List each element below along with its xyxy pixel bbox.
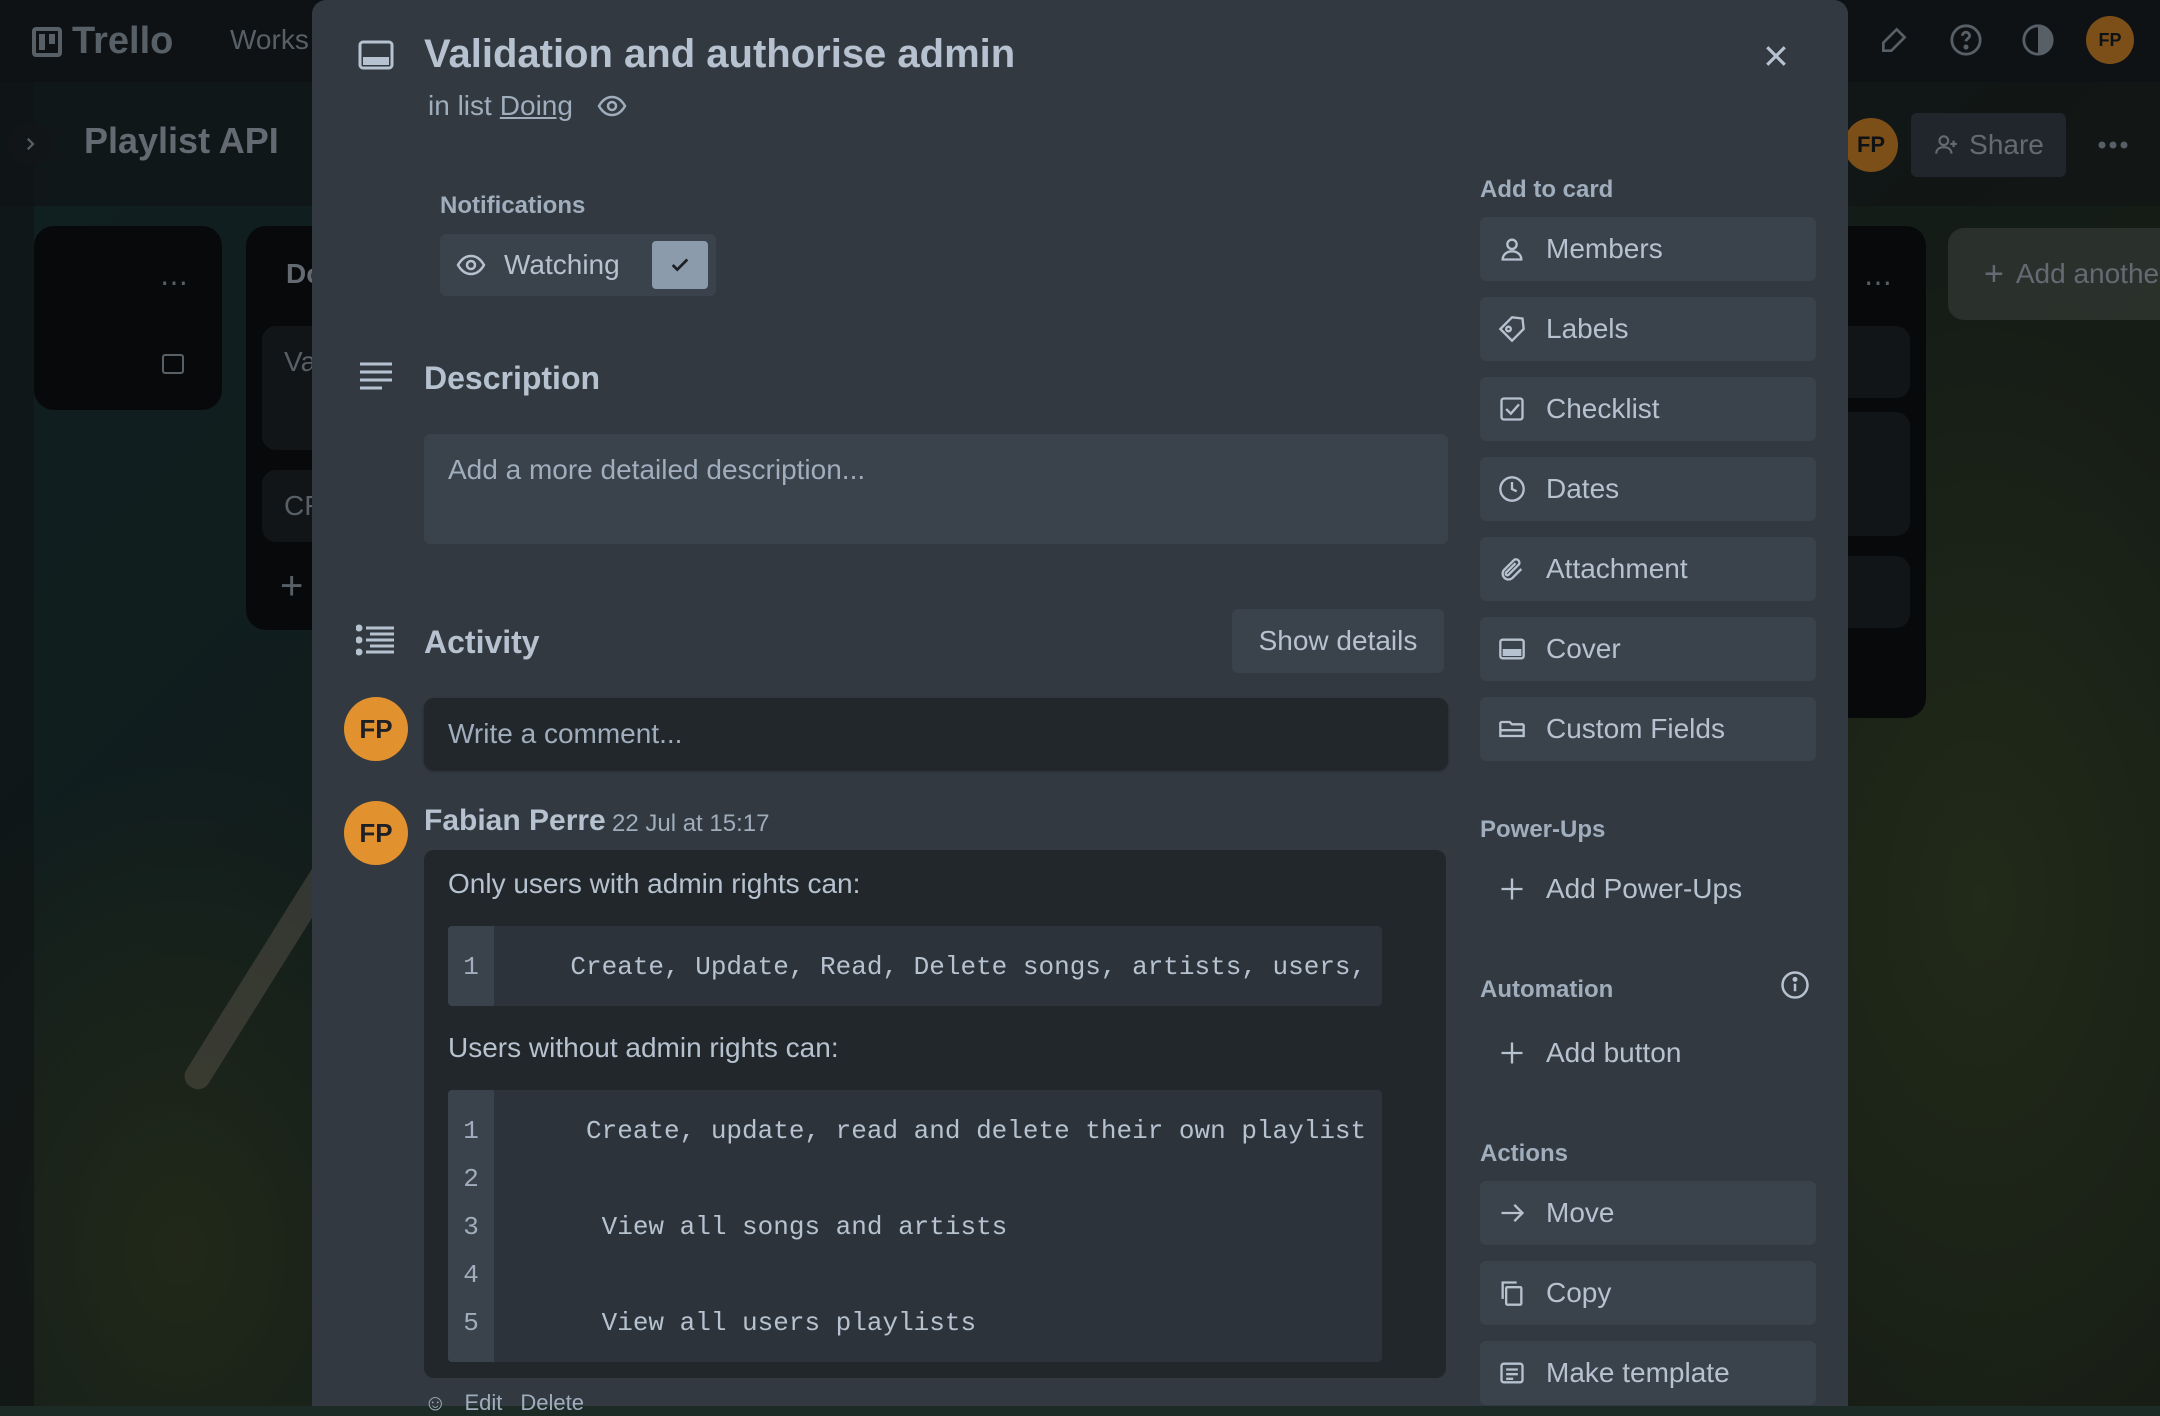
code-block-user: 1 Create, update, read and delete their … bbox=[448, 1090, 1382, 1362]
copy-icon bbox=[1501, 1281, 1523, 1306]
activity-heading: Activity bbox=[424, 624, 540, 660]
add-powerups-label: Add Power-Ups bbox=[1546, 873, 1743, 904]
notifications-heading: Notifications bbox=[440, 192, 586, 219]
comment-input[interactable]: Write a comment... bbox=[424, 698, 1448, 770]
copy-label: Copy bbox=[1546, 1277, 1612, 1308]
code-line-number: 2 bbox=[463, 1164, 479, 1194]
attachment-button[interactable]: Attachment bbox=[1480, 537, 1816, 601]
custom-fields-button[interactable]: Custom Fields bbox=[1480, 697, 1816, 761]
watching-check-icon bbox=[652, 241, 708, 289]
comment-author-avatar[interactable]: FP bbox=[344, 801, 408, 865]
description-heading: Description bbox=[424, 360, 601, 396]
checklist-icon bbox=[1500, 397, 1524, 421]
delete-comment-link[interactable]: Delete bbox=[520, 1390, 584, 1416]
code-line-number: 3 bbox=[463, 1212, 479, 1242]
card-icon bbox=[356, 36, 396, 76]
custom-fields-label: Custom Fields bbox=[1546, 713, 1725, 744]
card-title[interactable]: Validation and authorise admin bbox=[424, 32, 1015, 77]
template-icon bbox=[1500, 1362, 1524, 1384]
list-link[interactable]: Doing bbox=[500, 90, 573, 122]
cover-label: Cover bbox=[1546, 633, 1621, 664]
activity-icon bbox=[356, 620, 396, 660]
make-template-label: Make template bbox=[1546, 1357, 1730, 1388]
dates-label: Dates bbox=[1546, 473, 1620, 504]
add-powerups-button[interactable]: Add Power-Ups bbox=[1480, 857, 1816, 921]
code-line: View all users playlists bbox=[508, 1308, 977, 1338]
code-line: Create, update, read and delete their ow… bbox=[508, 1116, 1367, 1146]
arrow-right-icon bbox=[1501, 1204, 1525, 1222]
comment-paragraph: Only users with admin rights can: bbox=[448, 868, 861, 899]
members-button[interactable]: Members bbox=[1480, 217, 1816, 281]
automation-heading: Automation bbox=[1480, 976, 1614, 1003]
make-template-button[interactable]: Make template bbox=[1480, 1341, 1816, 1405]
copy-button[interactable]: Copy bbox=[1480, 1261, 1816, 1325]
card-detail-modal: Validation and authorise admin in list D… bbox=[312, 0, 1848, 1415]
add-reaction-icon[interactable]: ☺ bbox=[424, 1390, 446, 1416]
attachment-label: Attachment bbox=[1546, 553, 1688, 584]
paperclip-icon bbox=[1501, 558, 1523, 581]
in-list-label: in list bbox=[428, 90, 492, 121]
code-line: View all songs and artists bbox=[508, 1212, 1008, 1242]
eye-icon bbox=[456, 254, 486, 276]
plus-icon bbox=[1501, 878, 1523, 900]
powerups-heading: Power-Ups bbox=[1480, 816, 1606, 843]
watching-label: Watching bbox=[504, 249, 620, 280]
code-block-admin: 1 Create, Update, Read, Delete songs, ar… bbox=[448, 926, 1382, 1006]
move-label: Move bbox=[1546, 1197, 1615, 1228]
code-line-number: 1 bbox=[463, 952, 479, 982]
custom-fields-icon bbox=[1499, 720, 1525, 738]
checklist-button[interactable]: Checklist bbox=[1480, 377, 1816, 441]
comment-actions: ☺ Edit Delete bbox=[424, 1390, 584, 1416]
current-user-avatar[interactable]: FP bbox=[344, 697, 408, 761]
tag-icon bbox=[1498, 316, 1525, 343]
dates-button[interactable]: Dates bbox=[1480, 457, 1816, 521]
description-input[interactable]: Add a more detailed description... bbox=[424, 434, 1448, 544]
checklist-label: Checklist bbox=[1546, 393, 1660, 424]
labels-label: Labels bbox=[1546, 313, 1629, 344]
add-button-label: Add button bbox=[1546, 1037, 1682, 1068]
labels-button[interactable]: Labels bbox=[1480, 297, 1816, 361]
cover-button[interactable]: Cover bbox=[1480, 617, 1816, 681]
info-icon[interactable] bbox=[1778, 968, 1812, 1002]
code-line-number: 4 bbox=[463, 1260, 479, 1290]
move-button[interactable]: Move bbox=[1480, 1181, 1816, 1245]
cover-icon bbox=[1499, 638, 1525, 660]
add-automation-button[interactable]: Add button bbox=[1480, 1021, 1816, 1085]
clock-icon bbox=[1499, 476, 1525, 502]
show-details-button[interactable]: Show details bbox=[1232, 609, 1444, 673]
watching-eye-icon bbox=[597, 94, 627, 118]
close-icon bbox=[1766, 46, 1786, 66]
add-to-card-heading: Add to card bbox=[1480, 176, 1614, 203]
card-list-info: in list Doing bbox=[428, 90, 627, 122]
edit-comment-link[interactable]: Edit bbox=[464, 1390, 502, 1416]
comment-paragraph: Users without admin rights can: bbox=[448, 1032, 839, 1063]
code-line-number: 5 bbox=[463, 1308, 479, 1338]
members-label: Members bbox=[1546, 233, 1663, 264]
comment-timestamp[interactable]: 22 Jul at 15:17 bbox=[612, 810, 769, 838]
close-modal-button[interactable] bbox=[1748, 28, 1804, 84]
actions-heading: Actions bbox=[1480, 1140, 1569, 1167]
watch-toggle-button[interactable]: Watching bbox=[440, 234, 716, 296]
person-icon bbox=[1501, 238, 1523, 261]
comment-body: Only users with admin rights can: 1 Crea… bbox=[424, 850, 1446, 1378]
plus-icon bbox=[1501, 1042, 1523, 1064]
code-line-number: 1 bbox=[463, 1116, 479, 1146]
code-line: Create, Update, Read, Delete songs, arti… bbox=[508, 952, 1382, 982]
comment-author-name[interactable]: Fabian Perre bbox=[424, 804, 606, 838]
description-icon bbox=[356, 356, 396, 396]
